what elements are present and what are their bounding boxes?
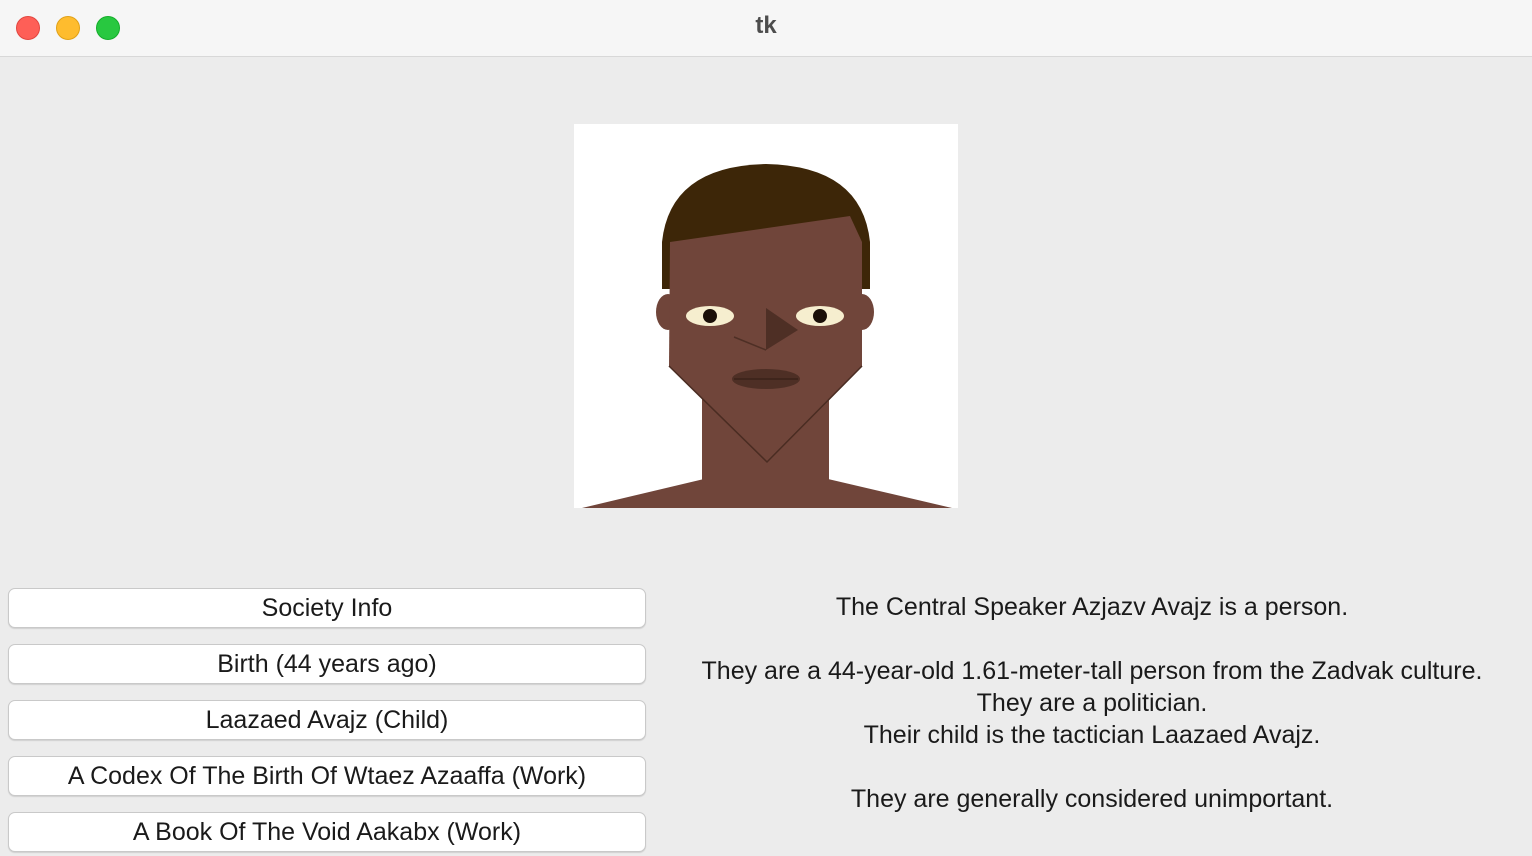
face-shape xyxy=(669,216,862,462)
window-title: tk xyxy=(755,12,777,39)
description-importance: They are generally considered unimportan… xyxy=(850,785,1334,813)
description-occupation: They are a politician. xyxy=(976,689,1208,717)
birth-button[interactable]: Birth (44 years ago) xyxy=(8,644,646,684)
person-portrait xyxy=(574,124,958,508)
portrait-icon xyxy=(582,164,952,508)
right-eye-pupil xyxy=(813,309,827,323)
description-child: Their child is the tactician Laazaed Ava… xyxy=(863,721,1321,749)
work-book-button[interactable]: A Book Of The Void Aakabx (Work) xyxy=(8,812,646,852)
app-window: tk Society Info Birth (44 years ago) Laa… xyxy=(0,0,1532,856)
society-info-button[interactable]: Society Info xyxy=(8,588,646,628)
child-button[interactable]: Laazaed Avajz (Child) xyxy=(8,700,646,740)
work-codex-button[interactable]: A Codex Of The Birth Of Wtaez Azaaffa (W… xyxy=(8,756,646,796)
description-age-height-culture: They are a 44-year-old 1.61-meter-tall p… xyxy=(701,657,1483,685)
title-bar[interactable]: tk xyxy=(0,0,1532,57)
description-intro: The Central Speaker Azjazv Avajz is a pe… xyxy=(835,593,1349,621)
left-eye-pupil xyxy=(703,309,717,323)
